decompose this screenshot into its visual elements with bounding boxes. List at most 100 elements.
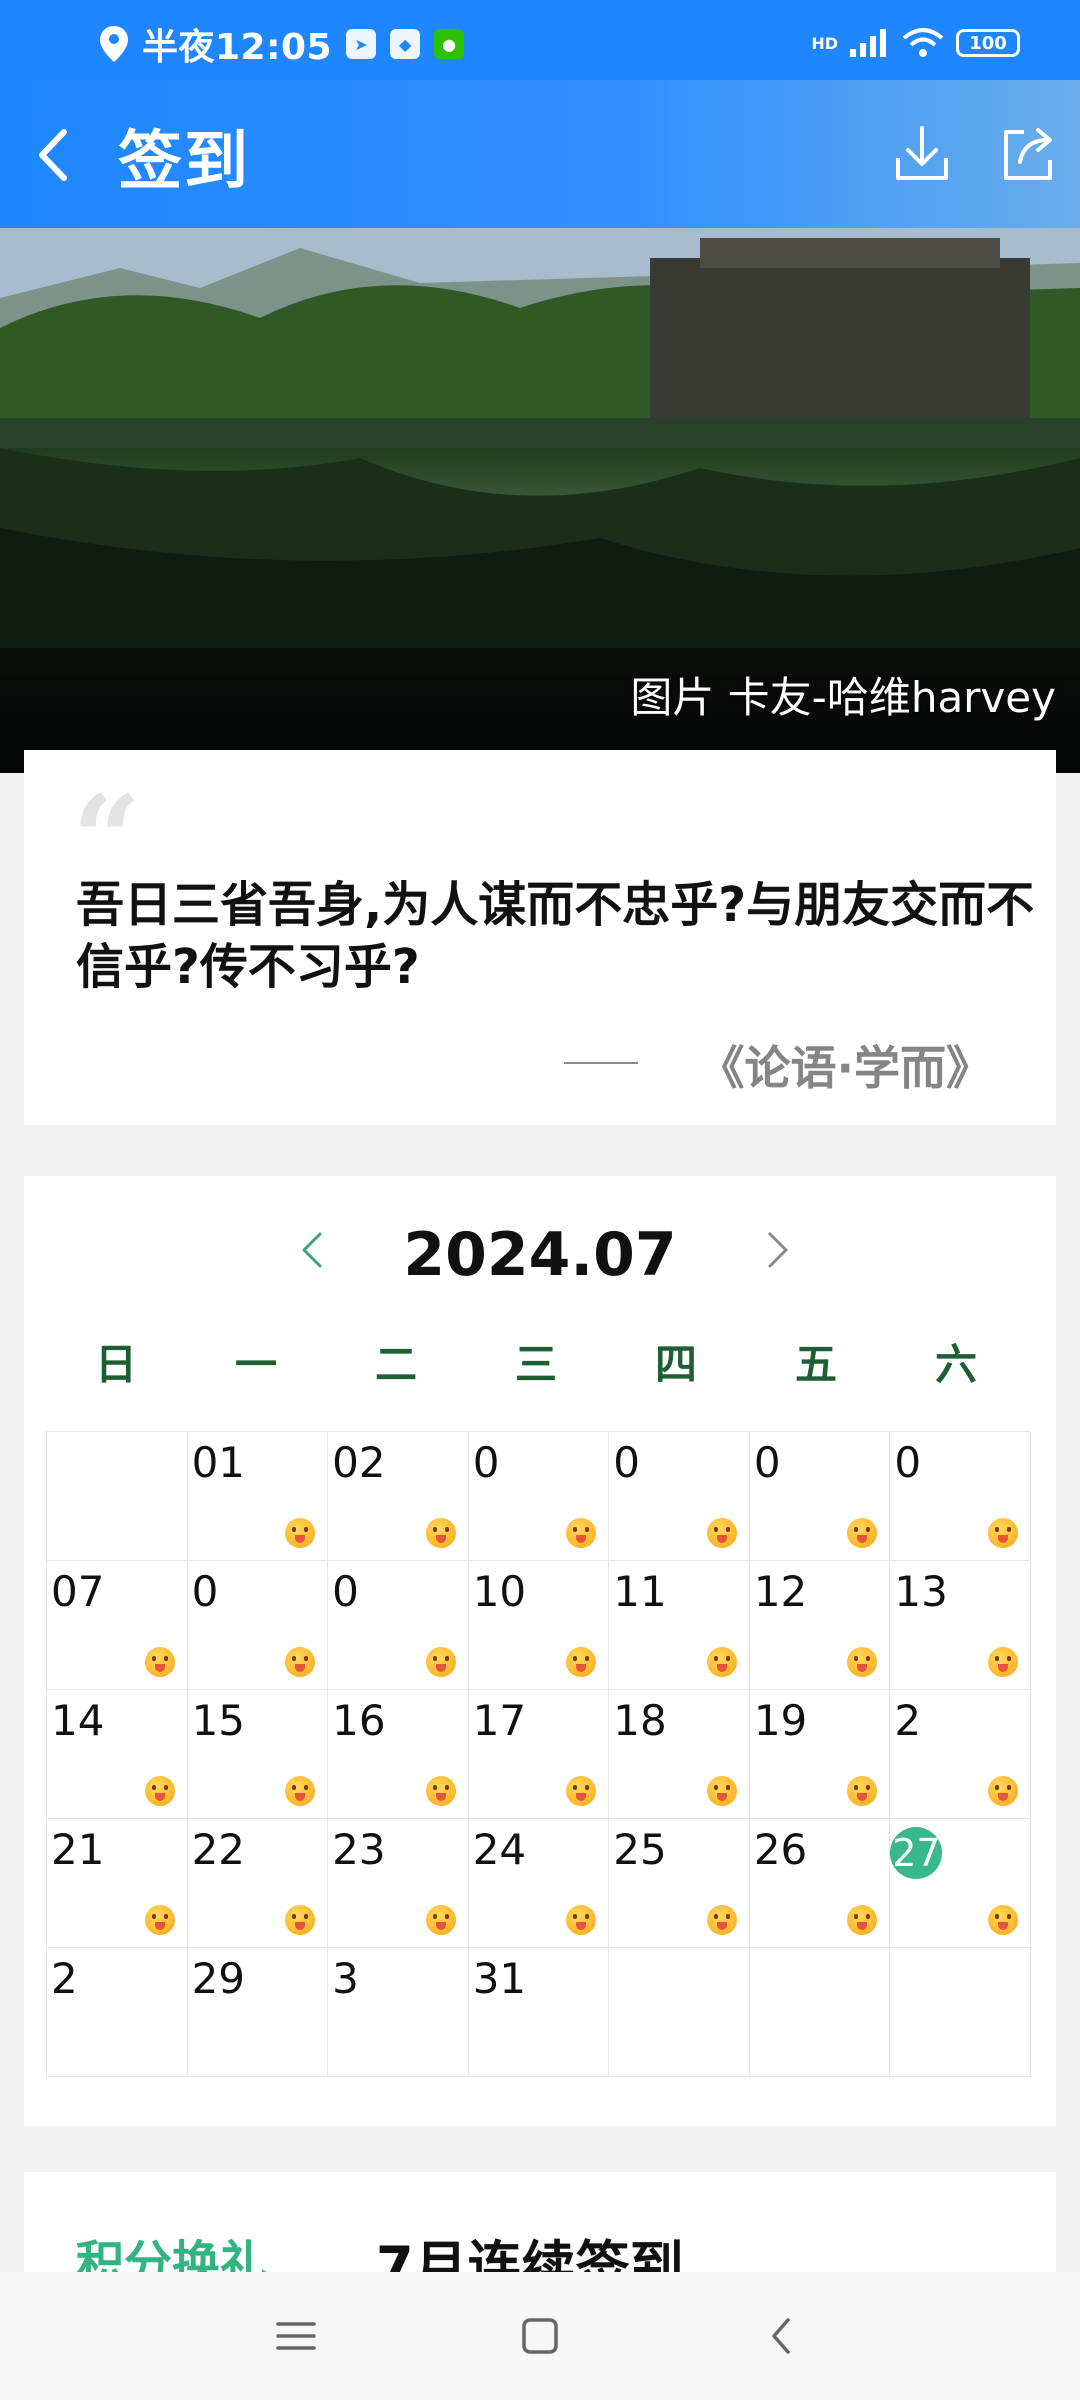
day-number: 24 (472, 1825, 527, 1874)
calendar-day-cell[interactable]: 25 (609, 1819, 750, 1948)
day-number: 02 (332, 1438, 386, 1487)
day-number: 0 (332, 1567, 359, 1616)
weekday-fri: 五 (794, 1340, 837, 1389)
checkin-emoji-icon (566, 1518, 597, 1548)
hero-image: 图片 卡友-哈维harvey (0, 228, 1080, 773)
checkin-emoji-icon (425, 1518, 456, 1548)
quote-divider (564, 1062, 638, 1064)
checkin-emoji-icon (566, 1647, 597, 1677)
day-number: 16 (332, 1696, 386, 1745)
calendar-day-cell[interactable]: 24 (468, 1819, 610, 1948)
calendar-day-cell[interactable]: 29 (187, 1948, 329, 2077)
calendar-day-cell[interactable]: 0 (187, 1561, 329, 1690)
calendar-day-cell[interactable]: 21 (47, 1819, 188, 1948)
calendar-day-cell[interactable]: 16 (328, 1690, 469, 1819)
day-number: 01 (191, 1438, 246, 1487)
calendar-day-cell[interactable]: 02 (328, 1432, 469, 1561)
calendar-grid: 01 02 0 0 0 0 07 0 0 10 11 12 13 14 15 16 17 18 19 2 21 22 23 2… (46, 1431, 1031, 2077)
checkin-emoji-icon (425, 1776, 456, 1806)
day-number: 2 (894, 1696, 922, 1745)
day-number: 18 (613, 1696, 667, 1745)
checkin-emoji-icon (847, 1776, 878, 1806)
checkin-emoji-icon (144, 1905, 175, 1935)
status-bar: 半夜12:05 ➤ ◆ ● HD 100 (0, 0, 1080, 80)
calendar-day-cell[interactable]: 15 (187, 1690, 329, 1819)
calendar-day-cell (890, 1948, 1031, 2077)
calendar-day-cell[interactable]: 31 (468, 1948, 610, 2077)
calendar-day-cell[interactable]: 01 (187, 1432, 329, 1561)
system-nav-bar (0, 2272, 1080, 2400)
calendar-day-cell[interactable]: 14 (47, 1690, 188, 1819)
quote-text: 吾日三省吾身,为人谋而不忠乎?与朋友交而不信乎?传不习乎? (76, 877, 1035, 995)
day-number: 07 (51, 1567, 105, 1616)
checkin-emoji-icon (285, 1905, 316, 1935)
signal-label: HD (811, 33, 838, 53)
calendar-day-cell[interactable]: 27 (890, 1819, 1031, 1948)
calendar-day-cell[interactable]: 19 (749, 1690, 891, 1819)
calendar-day-cell[interactable]: 2 (47, 1948, 188, 2077)
calendar-day-cell[interactable]: 23 (328, 1819, 469, 1948)
location-icon (100, 26, 128, 62)
checkin-emoji-icon (987, 1518, 1018, 1548)
checkin-emoji-icon (987, 1905, 1018, 1935)
calendar-day-cell[interactable]: 3 (328, 1948, 469, 2077)
app-icon: ◆ (390, 29, 421, 59)
calendar-day-cell[interactable]: 0 (328, 1561, 469, 1690)
back-icon[interactable] (24, 120, 84, 190)
checkin-emoji-icon (706, 1905, 737, 1935)
calendar-day-cell[interactable]: 0 (890, 1432, 1031, 1561)
checkin-emoji-icon (285, 1518, 316, 1548)
day-number: 3 (332, 1954, 359, 2003)
share-icon[interactable] (996, 122, 1060, 186)
day-number: 17 (472, 1696, 527, 1745)
battery-level: 100 (969, 32, 1007, 54)
checkin-emoji-icon (425, 1905, 456, 1935)
calendar-day-cell[interactable]: 2 (890, 1690, 1031, 1819)
checkin-emoji-icon (144, 1776, 175, 1806)
day-number: 25 (613, 1825, 667, 1874)
checkin-emoji-icon (706, 1518, 737, 1548)
back-nav-icon[interactable] (752, 2306, 812, 2366)
calendar-day-cell[interactable]: 0 (749, 1432, 891, 1561)
calendar-day-cell (609, 1948, 750, 2077)
today-date-label: 27 (890, 1827, 943, 1879)
day-number: 31 (472, 1954, 527, 2003)
weekday-thu: 四 (654, 1340, 697, 1389)
menu-icon[interactable] (266, 2306, 326, 2366)
calendar-day-cell[interactable]: 13 (890, 1561, 1031, 1690)
calendar-month: 2024.07 (403, 1220, 677, 1290)
weekday-sat: 六 (934, 1340, 977, 1389)
calendar-day-cell (47, 1432, 188, 1561)
calendar-day-cell (749, 1948, 891, 2077)
calendar-day-cell[interactable]: 0 (609, 1432, 750, 1561)
day-number: 12 (753, 1567, 808, 1616)
day-number: 0 (894, 1438, 922, 1487)
weekday-tue: 二 (374, 1340, 417, 1389)
checkin-emoji-icon (987, 1647, 1018, 1677)
calendar-day-cell[interactable]: 10 (468, 1561, 610, 1690)
prev-month-button[interactable] (292, 1226, 332, 1274)
calendar-day-cell[interactable]: 26 (749, 1819, 891, 1948)
calendar-day-cell[interactable]: 12 (749, 1561, 891, 1690)
download-icon[interactable] (890, 122, 954, 186)
calendar-day-cell[interactable]: 22 (187, 1819, 329, 1948)
checkin-emoji-icon (144, 1647, 175, 1677)
quote-source: 《论语·学而》 (698, 1041, 992, 1095)
calendar-day-cell[interactable]: 17 (468, 1690, 610, 1819)
navigation-icon: ➤ (346, 29, 377, 59)
calendar-day-cell[interactable]: 0 (468, 1432, 610, 1561)
day-number: 19 (753, 1696, 808, 1745)
day-number: 26 (753, 1825, 808, 1874)
checkin-emoji-icon (847, 1647, 878, 1677)
day-number: 0 (472, 1438, 500, 1487)
day-number: 21 (51, 1825, 105, 1874)
status-time: 半夜12:05 (142, 27, 333, 68)
calendar-day-cell[interactable]: 11 (609, 1561, 750, 1690)
day-number: 14 (51, 1696, 105, 1745)
home-icon[interactable] (510, 2306, 570, 2366)
day-number: 29 (191, 1954, 246, 2003)
checkin-emoji-icon (706, 1776, 737, 1806)
calendar-day-cell[interactable]: 18 (609, 1690, 750, 1819)
next-month-button[interactable] (758, 1226, 798, 1274)
calendar-day-cell[interactable]: 07 (47, 1561, 188, 1690)
